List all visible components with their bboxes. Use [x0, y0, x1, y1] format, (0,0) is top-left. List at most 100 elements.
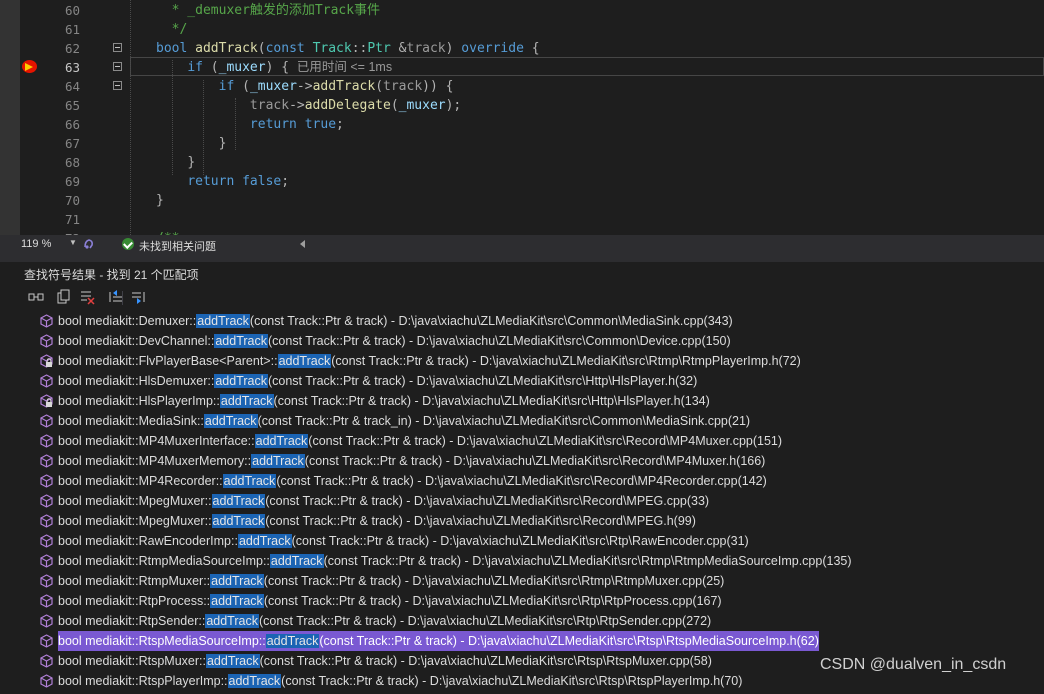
- code-token: ) {: [265, 60, 297, 75]
- result-row[interactable]: bool mediakit::HlsDemuxer::addTrack(cons…: [0, 371, 1044, 391]
- code-token: track: [383, 79, 423, 94]
- result-row[interactable]: bool mediakit::RtspPlayerImp::addTrack(c…: [0, 671, 1044, 691]
- line-number: 65: [64, 98, 80, 113]
- go-to-location-icon[interactable]: [28, 289, 44, 305]
- result-row[interactable]: bool mediakit::Demuxer::addTrack(const T…: [0, 311, 1044, 331]
- code-line[interactable]: 64 if (_muxer->addTrack(track)) {: [0, 77, 1044, 96]
- code-token: addDelegate: [304, 98, 391, 113]
- result-text: bool mediakit::MP4Recorder::addTrack(con…: [58, 471, 767, 491]
- code-line[interactable]: 70}: [0, 191, 1044, 210]
- result-location: (const Track::Ptr & track) - D:\java\xia…: [265, 514, 696, 528]
- method-icon: [40, 434, 53, 448]
- collapse-toggle-icon[interactable]: [113, 62, 122, 71]
- line-number: 67: [64, 136, 80, 151]
- result-row[interactable]: bool mediakit::HlsPlayerImp::addTrack(co…: [0, 391, 1044, 411]
- result-row[interactable]: bool mediakit::DevChannel::addTrack(cons…: [0, 331, 1044, 351]
- code-line[interactable]: 68 }: [0, 153, 1044, 172]
- code-text: return false;: [156, 172, 289, 191]
- method-icon: [40, 614, 53, 628]
- result-location: (const Track::Ptr & track) - D:\java\xia…: [263, 594, 722, 608]
- result-location: (const Track::Ptr & track) - D:\java\xia…: [265, 494, 710, 508]
- clear-all-icon[interactable]: [79, 289, 95, 305]
- result-row[interactable]: bool mediakit::MpegMuxer::addTrack(const…: [0, 511, 1044, 531]
- result-prefix: bool mediakit::MP4MuxerInterface::: [58, 434, 255, 448]
- result-location: (const Track::Ptr & track) - D:\java\xia…: [263, 574, 725, 588]
- result-row[interactable]: bool mediakit::MP4MuxerInterface::addTra…: [0, 431, 1044, 451]
- result-location: (const Track::Ptr & track) - D:\java\xia…: [291, 534, 749, 548]
- result-match: addTrack: [214, 334, 268, 348]
- code-text: track->addDelegate(_muxer);: [156, 96, 461, 115]
- result-location: (const Track::Ptr & track) - D:\java\xia…: [249, 314, 733, 328]
- result-row[interactable]: bool mediakit::MP4Recorder::addTrack(con…: [0, 471, 1044, 491]
- result-prefix: bool mediakit::FlvPlayerBase<Parent>::: [58, 354, 278, 368]
- code-line[interactable]: 66 return true;: [0, 115, 1044, 134]
- zoom-level[interactable]: 119 %: [21, 238, 51, 250]
- method-icon: [40, 314, 53, 328]
- code-line[interactable]: 67 }: [0, 134, 1044, 153]
- result-prefix: bool mediakit::MP4Recorder::: [58, 474, 223, 488]
- code-token: return: [249, 117, 305, 132]
- result-row[interactable]: bool mediakit::MP4MuxerMemory::addTrack(…: [0, 451, 1044, 471]
- previous-location-icon[interactable]: [108, 289, 124, 305]
- codelens-icon[interactable]: [83, 238, 95, 250]
- watermark: CSDN @dualven_in_csdn: [820, 656, 1007, 673]
- code-token: addTrack: [312, 79, 376, 94]
- result-row[interactable]: bool mediakit::FlvPlayerBase<Parent>::ad…: [0, 351, 1044, 371]
- line-number: 68: [64, 155, 80, 170]
- result-prefix: bool mediakit::HlsPlayerImp::: [58, 394, 220, 408]
- result-match: addTrack: [214, 374, 268, 388]
- result-location: (const Track::Ptr & track) - D:\java\xia…: [319, 634, 819, 648]
- code-line[interactable]: 65 track->addDelegate(_muxer);: [0, 96, 1044, 115]
- code-line[interactable]: 69 return false;: [0, 172, 1044, 191]
- result-match: addTrack: [265, 634, 320, 648]
- result-match: addTrack: [196, 314, 250, 328]
- result-match: addTrack: [211, 494, 266, 508]
- result-row[interactable]: bool mediakit::RtpProcess::addTrack(cons…: [0, 591, 1044, 611]
- result-text: bool mediakit::RtspMediaSourceImp::addTr…: [58, 631, 819, 651]
- scroll-left-arrow-icon[interactable]: [300, 240, 305, 248]
- line-number: 62: [64, 41, 80, 56]
- result-match: addTrack: [210, 574, 264, 588]
- code-line[interactable]: 60 * _demuxer触发的添加Track事件: [0, 1, 1044, 20]
- result-row[interactable]: bool mediakit::MediaSink::addTrack(const…: [0, 411, 1044, 431]
- code-token: (: [242, 79, 250, 94]
- result-location: (const Track::Ptr & track) - D:\java\xia…: [267, 374, 698, 388]
- code-text: return true;: [156, 115, 344, 134]
- code-token: true: [304, 117, 337, 132]
- result-text: bool mediakit::RawEncoderImp::addTrack(c…: [58, 531, 749, 551]
- panel-splitter[interactable]: [0, 254, 1044, 262]
- result-text: bool mediakit::HlsDemuxer::addTrack(cons…: [58, 371, 697, 391]
- code-token: ->: [289, 98, 305, 113]
- result-match: addTrack: [219, 394, 274, 408]
- code-line[interactable]: 62 bool addTrack(const Track::Ptr &track)…: [0, 39, 1044, 58]
- collapse-toggle-icon[interactable]: [113, 81, 122, 90]
- perf-tip[interactable]: 已用时间 <= 1ms: [297, 60, 392, 74]
- result-row[interactable]: bool mediakit::RtspMediaSourceImp::addTr…: [0, 631, 1044, 651]
- code-token: &: [398, 41, 407, 56]
- result-row[interactable]: bool mediakit::RtpSender::addTrack(const…: [0, 611, 1044, 631]
- result-location: (const Track::Ptr & track) - D:\java\xia…: [323, 554, 852, 568]
- result-row[interactable]: bool mediakit::RtmpMuxer::addTrack(const…: [0, 571, 1044, 591]
- copy-icon[interactable]: [56, 289, 72, 305]
- chevron-down-icon[interactable]: ▼: [69, 238, 77, 247]
- result-row[interactable]: bool mediakit::RawEncoderImp::addTrack(c…: [0, 531, 1044, 551]
- code-line[interactable]: 61 */: [0, 20, 1044, 39]
- method-icon: [40, 574, 53, 588]
- result-text: bool mediakit::RtspMuxer::addTrack(const…: [58, 651, 712, 671]
- issues-status[interactable]: 未找到相关问题: [139, 238, 216, 254]
- code-line[interactable]: 71: [0, 210, 1044, 229]
- result-location: (const Track::Ptr & track) - D:\java\xia…: [258, 614, 712, 628]
- code-editor[interactable]: 60 * _demuxer触发的添加Track事件 61 */62 bool add…: [0, 0, 1044, 235]
- code-token: (: [257, 41, 266, 56]
- result-row[interactable]: bool mediakit::MpegMuxer::addTrack(const…: [0, 491, 1044, 511]
- next-location-icon[interactable]: [130, 289, 146, 305]
- result-location: (const Track::Ptr & track_in) - D:\java\…: [257, 414, 751, 428]
- find-symbol-results-panel: 查找符号结果 - 找到 21 个匹配项 bool mediakit::Demux…: [0, 262, 1044, 688]
- line-number: 64: [64, 79, 80, 94]
- code-line[interactable]: 63 if (_muxer) { 已用时间 <= 1ms: [0, 58, 1044, 77]
- collapse-toggle-icon[interactable]: [113, 43, 122, 52]
- result-row[interactable]: bool mediakit::RtmpMediaSourceImp::addTr…: [0, 551, 1044, 571]
